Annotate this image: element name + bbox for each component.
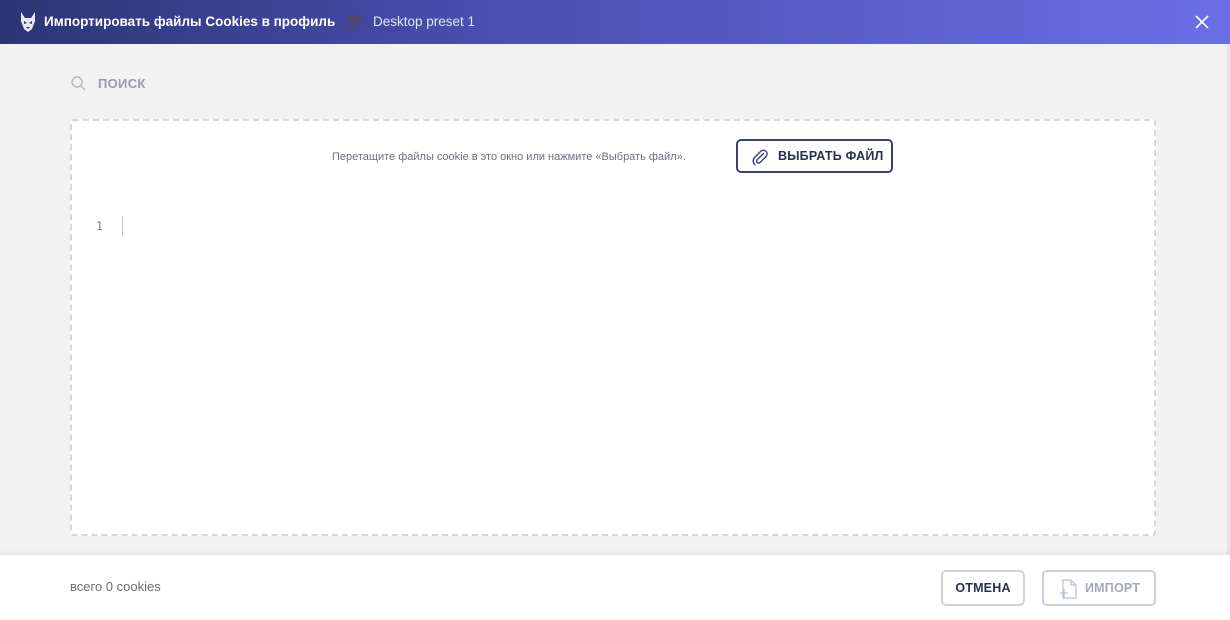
search-input[interactable] <box>96 74 360 92</box>
cancel-button[interactable]: ОТМЕНА <box>941 570 1025 606</box>
close-icon[interactable] <box>1192 12 1212 32</box>
wolf-logo-icon <box>21 12 35 32</box>
import-label: ИМПОРТ <box>1085 581 1141 595</box>
file-add-icon <box>1060 579 1077 599</box>
choose-file-button[interactable]: ВЫБРАТЬ ФАЙЛ <box>736 139 893 173</box>
editor-caret[interactable] <box>122 216 123 236</box>
preset-name: Desktop preset 1 <box>373 14 476 29</box>
line-number: 1 <box>96 219 103 233</box>
dialog-footer: всего 0 cookies ОТМЕНА ИМПОРТ <box>0 555 1230 620</box>
fingerprint-icon <box>347 15 361 31</box>
dropzone-hint: Перетащите файлы cookie в это окно или н… <box>332 151 686 163</box>
cookie-dropzone[interactable]: Перетащите файлы cookie в это окно или н… <box>70 119 1156 536</box>
cookie-count: всего 0 cookies <box>70 579 161 594</box>
search-bar <box>70 72 370 94</box>
paperclip-icon <box>752 149 768 166</box>
search-icon <box>71 75 86 90</box>
import-button[interactable]: ИМПОРТ <box>1042 570 1156 606</box>
dialog-title: Импортировать файлы Cookies в профиль <box>44 14 336 29</box>
dialog-header: Импортировать файлы Cookies в профиль De… <box>0 0 1230 44</box>
choose-file-label: ВЫБРАТЬ ФАЙЛ <box>778 149 884 163</box>
